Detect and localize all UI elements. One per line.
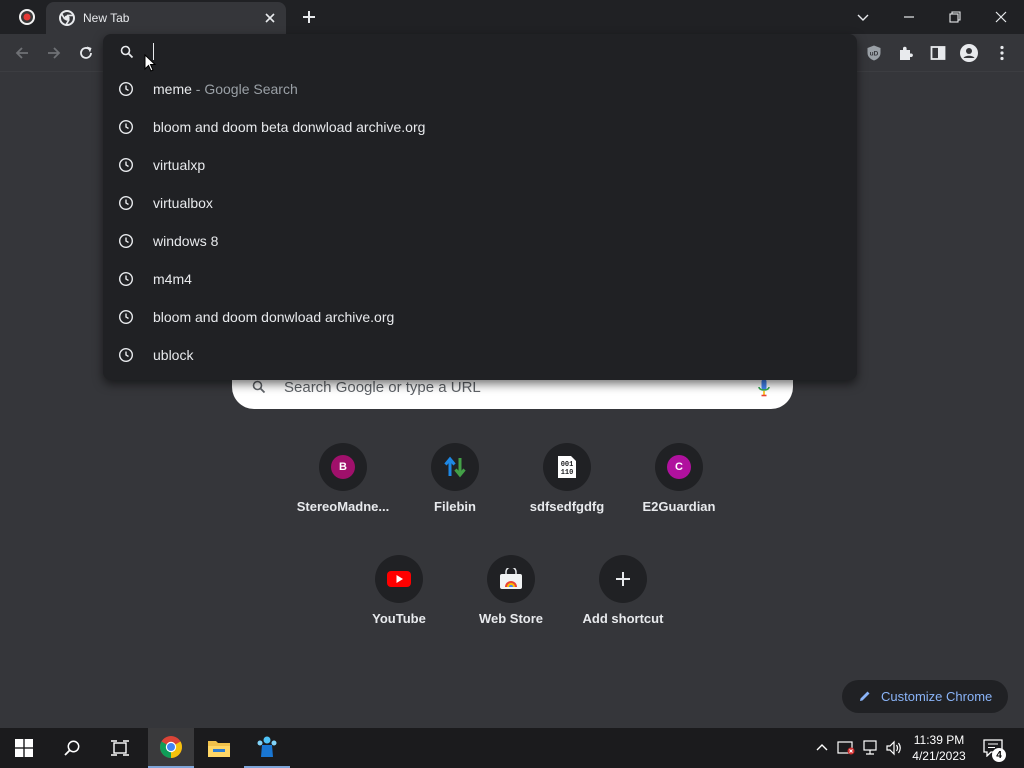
clock-date: 4/21/2023 [912, 749, 966, 763]
search-placeholder: Search Google or type a URL [284, 379, 481, 396]
tab-strip: New Tab [0, 0, 1024, 34]
shortcut-label: Web Store [478, 611, 544, 626]
suggestion-item[interactable]: windows 8 [103, 222, 857, 260]
svg-text:110: 110 [561, 469, 574, 477]
windows-logo-icon [15, 739, 33, 757]
reload-button[interactable] [75, 42, 97, 64]
customize-chrome-label: Customize Chrome [881, 689, 993, 704]
shortcut-label: sdfsedfgdfg [529, 499, 605, 514]
suggestion-text: bloom and doom donwload archive.org [153, 309, 395, 325]
forward-button[interactable] [43, 42, 65, 64]
task-view-icon [111, 740, 129, 756]
pencil-icon [858, 689, 872, 703]
network-icon[interactable] [860, 738, 880, 758]
profile-avatar-icon[interactable] [958, 42, 980, 64]
shortcut-youtube[interactable]: YouTube [343, 555, 455, 651]
history-clock-icon [118, 233, 134, 249]
screen-recorder-icon[interactable] [16, 6, 38, 28]
web-store-icon [500, 568, 522, 589]
letter-c-icon: C [667, 455, 691, 479]
suggestion-subtext: - Google Search [191, 81, 298, 97]
shortcut-stereomadness[interactable]: B StereoMadne... [287, 443, 399, 539]
back-button[interactable] [11, 42, 33, 64]
shortcut-label: E2Guardian [642, 499, 716, 514]
suggestion-item[interactable]: ublock [103, 336, 857, 374]
history-clock-icon [118, 157, 134, 173]
history-clock-icon [118, 119, 134, 135]
new-tab-button[interactable] [299, 7, 319, 27]
search-icon [64, 740, 80, 756]
suggestion-item[interactable]: virtualbox [103, 184, 857, 222]
minimize-button[interactable] [896, 4, 922, 30]
svg-text:uD: uD [870, 51, 879, 58]
taskbar-app[interactable] [244, 728, 290, 768]
history-clock-icon [118, 347, 134, 363]
shortcut-filebin[interactable]: Filebin [399, 443, 511, 539]
up-down-arrows-icon [444, 456, 466, 478]
ublock-origin-icon[interactable]: uD [863, 42, 885, 64]
history-clock-icon [118, 309, 134, 325]
extensions-puzzle-icon[interactable] [895, 42, 917, 64]
suggestion-text: windows 8 [153, 233, 219, 249]
start-button[interactable] [0, 728, 48, 768]
close-window-button[interactable] [988, 4, 1014, 30]
shortcut-label: Filebin [434, 499, 476, 514]
search-icon [119, 44, 135, 60]
restore-button[interactable] [942, 4, 968, 30]
suggestion-item[interactable]: m4m4 [103, 260, 857, 298]
shortcut-e2guardian[interactable]: C E2Guardian [623, 443, 735, 539]
youtube-icon [387, 571, 411, 587]
add-shortcut-button[interactable]: Add shortcut [567, 555, 679, 651]
suggestion-text: bloom and doom beta donwload archive.org [153, 119, 426, 135]
security-shield-icon[interactable] [836, 738, 856, 758]
tab-search-chevron-icon[interactable] [850, 4, 876, 30]
svg-text:001: 001 [561, 461, 574, 469]
close-tab-icon[interactable] [262, 10, 278, 26]
letter-b-icon: B [331, 455, 355, 479]
plus-icon [616, 572, 630, 586]
tab-new-tab[interactable]: New Tab [46, 2, 286, 34]
chrome-icon [160, 736, 182, 758]
shortcut-sdfsedfgdfg[interactable]: 001 110 sdfsedfgdfg [511, 443, 623, 539]
customize-chrome-button[interactable]: Customize Chrome [842, 680, 1008, 713]
windows-taskbar: 11:39 PM 4/21/2023 4 [0, 728, 1024, 768]
suggestion-text: ublock [153, 347, 194, 363]
binary-file-icon: 001110 [558, 456, 576, 478]
shortcut-web-store[interactable]: Web Store [455, 555, 567, 651]
suggestion-item[interactable]: bloom and doom beta donwload archive.org [103, 108, 857, 146]
history-clock-icon [118, 81, 134, 97]
shortcut-label: Add shortcut [582, 611, 664, 626]
suggestion-text: virtualxp [153, 157, 206, 173]
volume-icon[interactable] [884, 738, 904, 758]
suggestion-text: meme [153, 81, 192, 97]
address-bar-input[interactable] [103, 34, 857, 72]
suggestion-text: virtualbox [153, 195, 213, 211]
history-clock-icon [118, 271, 134, 287]
notification-count-badge: 4 [992, 748, 1006, 762]
taskbar-chrome[interactable] [148, 728, 194, 768]
suggestion-item[interactable]: virtualxp [103, 146, 857, 184]
suggestion-text: m4m4 [153, 271, 192, 287]
suggestion-item[interactable]: bloom and doom donwload archive.org [103, 298, 857, 336]
clock-time: 11:39 PM [913, 733, 965, 747]
chrome-favicon-icon [59, 10, 75, 26]
taskbar-file-explorer[interactable] [196, 728, 242, 768]
shortcut-label: YouTube [372, 611, 426, 626]
shortcut-label: StereoMadne... [296, 499, 390, 514]
menu-kebab-icon[interactable] [991, 42, 1013, 64]
people-app-icon [257, 736, 277, 757]
folder-icon [208, 741, 230, 757]
voice-search-mic-icon[interactable] [757, 378, 771, 398]
history-clock-icon [118, 195, 134, 211]
suggestion-item[interactable]: meme - Google Search [103, 70, 857, 108]
search-icon [251, 379, 267, 395]
tab-title: New Tab [83, 11, 130, 25]
side-panel-icon[interactable] [927, 42, 949, 64]
show-hidden-icons-chevron[interactable] [812, 738, 832, 758]
search-button[interactable] [48, 728, 96, 768]
task-view-button[interactable] [96, 728, 144, 768]
system-clock[interactable]: 11:39 PM 4/21/2023 [905, 732, 973, 764]
omnibox-dropdown: meme - Google Search bloom and doom beta… [103, 34, 857, 380]
